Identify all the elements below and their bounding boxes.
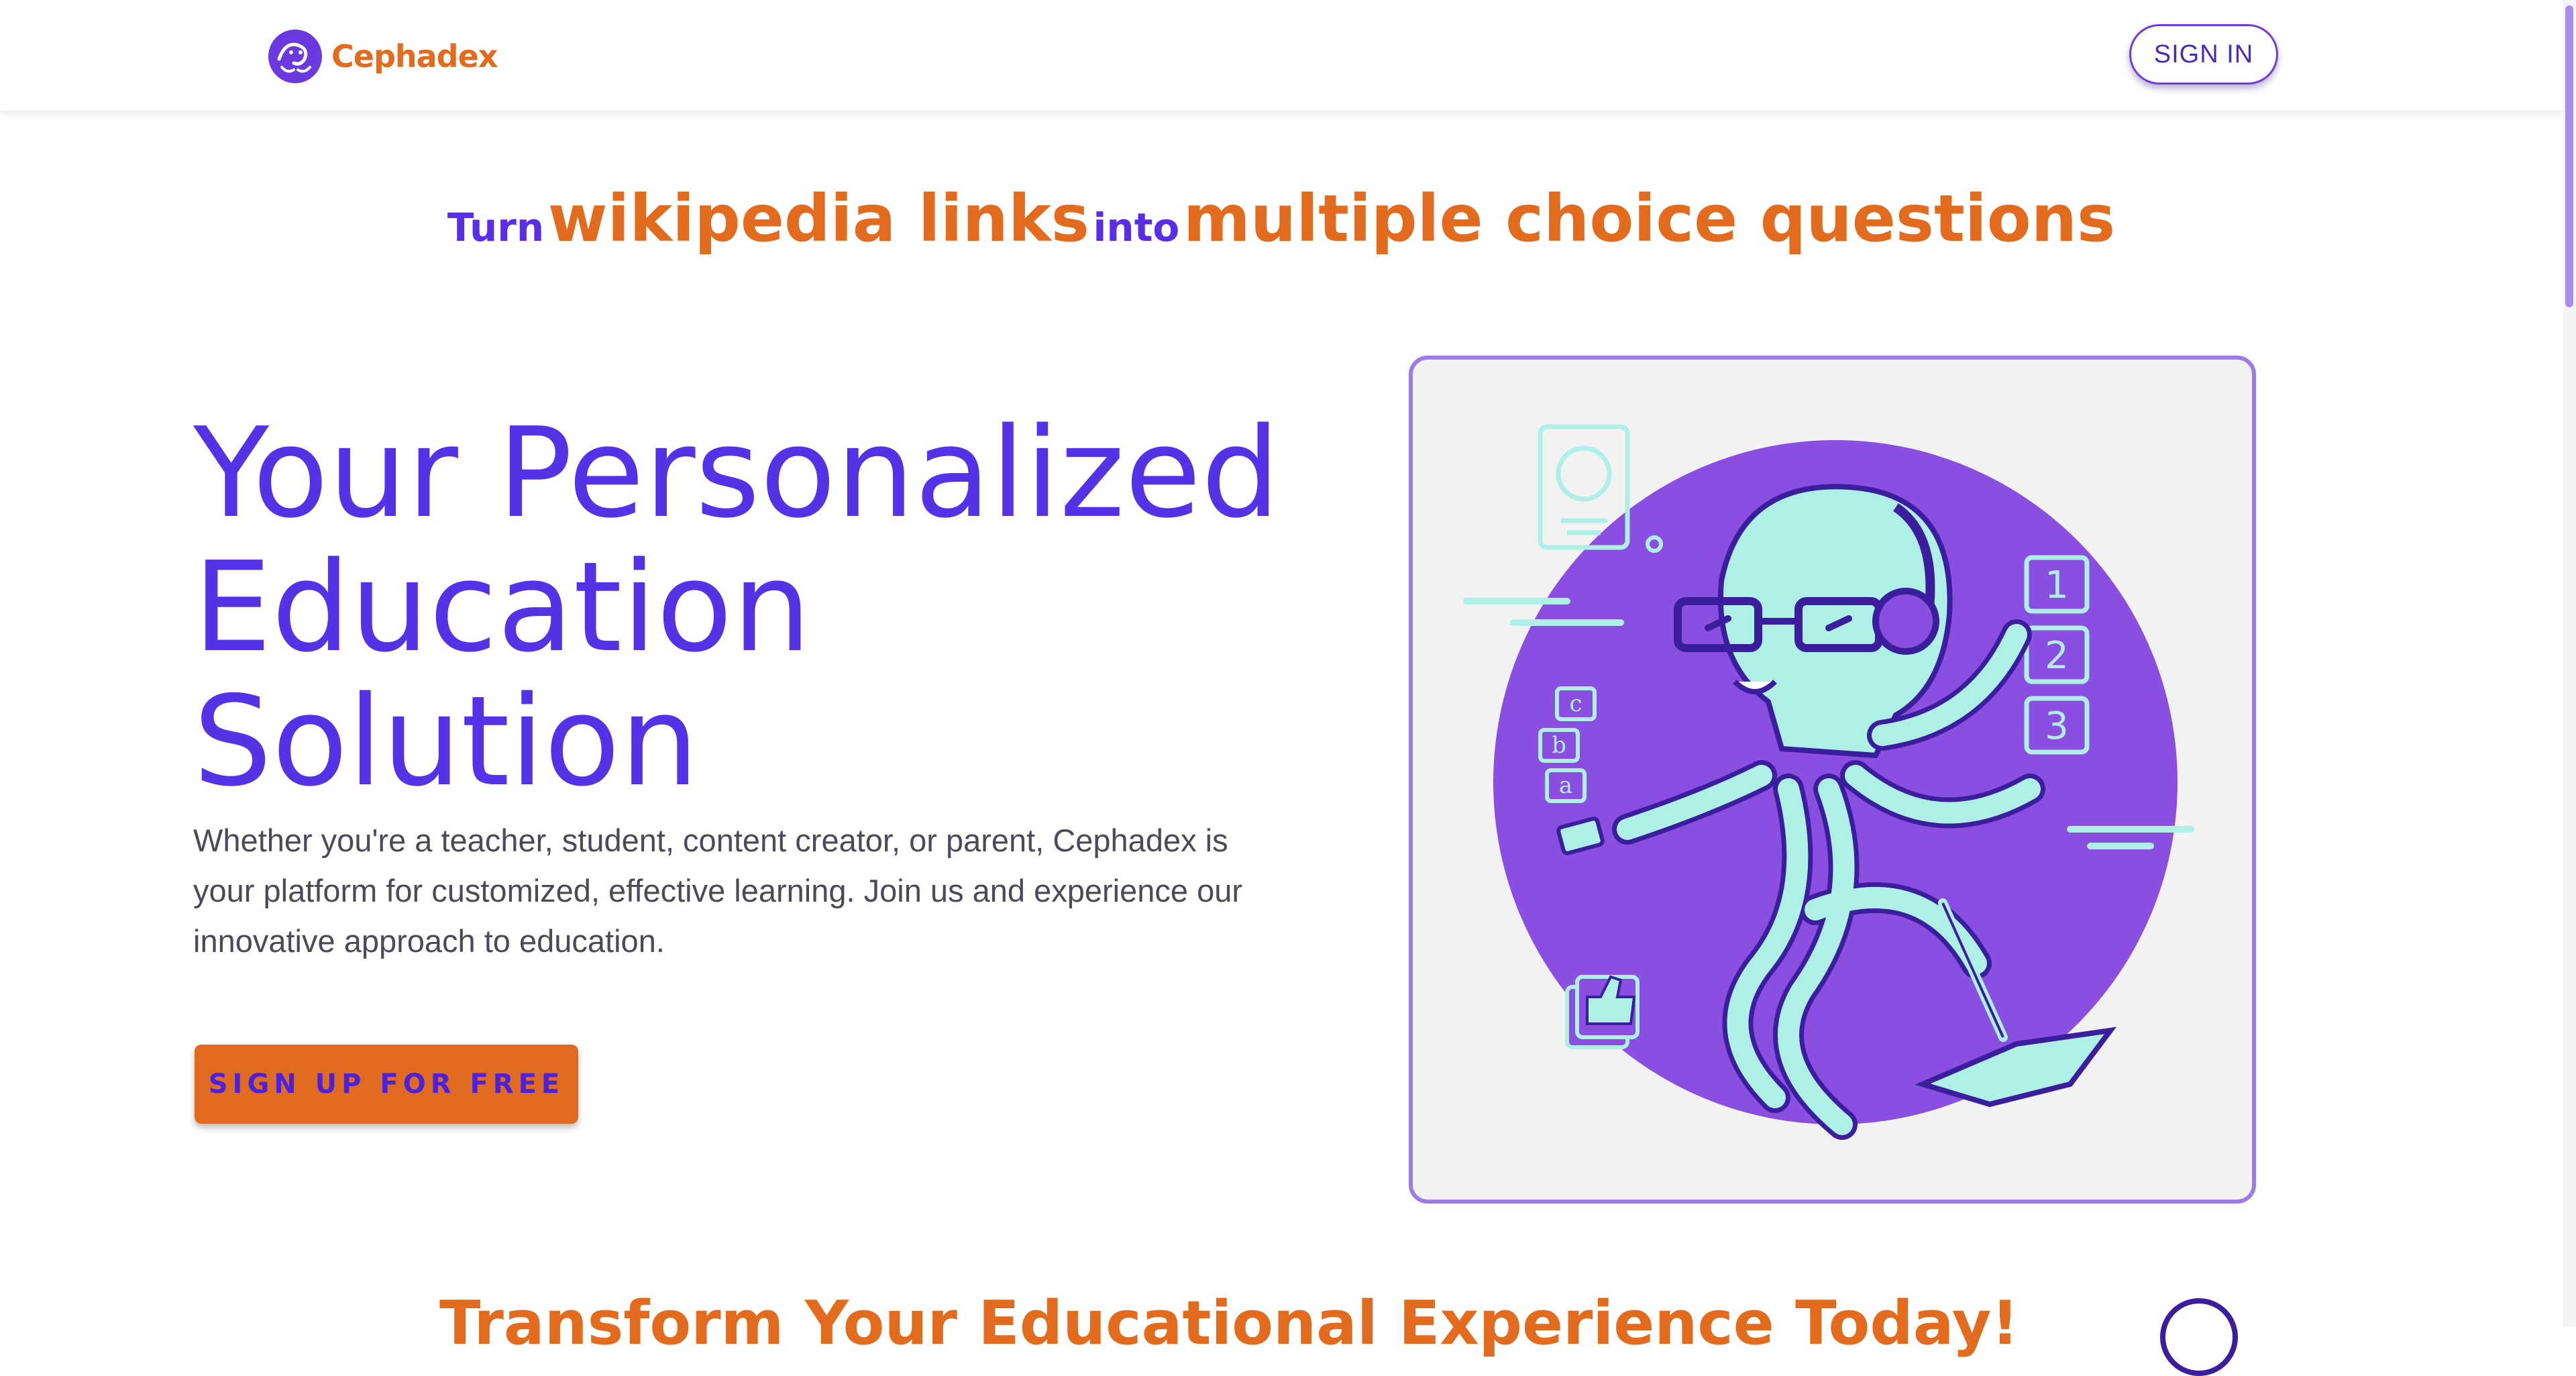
hero-title-line: Education xyxy=(193,535,812,680)
hero-illustration: 1 2 3 c b a xyxy=(1409,356,2256,1204)
thumbs-up-icon xyxy=(1565,975,1640,1049)
sign-in-button[interactable]: SIGN IN xyxy=(2129,24,2278,85)
hero-title-line: Your Personalized xyxy=(193,401,1280,545)
top-navbar: Cephadex SIGN IN xyxy=(0,0,2563,111)
tagline-into: into xyxy=(1093,205,1180,250)
octopus-illustration: 1 2 3 c b a xyxy=(1463,424,2194,1140)
tagline: Turn wikipedia links into multiple choic… xyxy=(0,181,2563,256)
brand-logo-link[interactable]: Cephadex xyxy=(264,25,498,87)
answer-letter-c: c xyxy=(1569,690,1582,717)
answer-letter-a: a xyxy=(1559,772,1572,799)
tagline-wikipedia-links: wikipedia links xyxy=(547,181,1089,256)
octopus-logo-icon xyxy=(268,30,322,83)
floating-action-button[interactable] xyxy=(2160,1298,2238,1376)
section-heading: Transform Your Educational Experience To… xyxy=(439,1288,2019,1359)
brand-name: Cephadex xyxy=(331,38,498,74)
page-scrollbar[interactable] xyxy=(2563,0,2576,1327)
hero-title: Your Personalized Education Solution xyxy=(193,406,1334,808)
hero-title-line: Solution xyxy=(193,669,699,814)
answer-number-2: 2 xyxy=(2045,634,2069,678)
scrollbar-thumb[interactable] xyxy=(2565,5,2573,307)
tagline-mcq: multiple choice questions xyxy=(1183,181,2116,256)
hero-description: Whether you're a teacher, student, conte… xyxy=(193,823,1243,959)
tagline-turn: Turn xyxy=(447,205,545,250)
answer-number-1: 1 xyxy=(2045,564,2069,607)
sign-up-free-button[interactable]: SIGN UP FOR FREE xyxy=(195,1045,578,1124)
answer-number-3: 3 xyxy=(2045,704,2069,748)
answer-letter-b: b xyxy=(1552,732,1566,759)
